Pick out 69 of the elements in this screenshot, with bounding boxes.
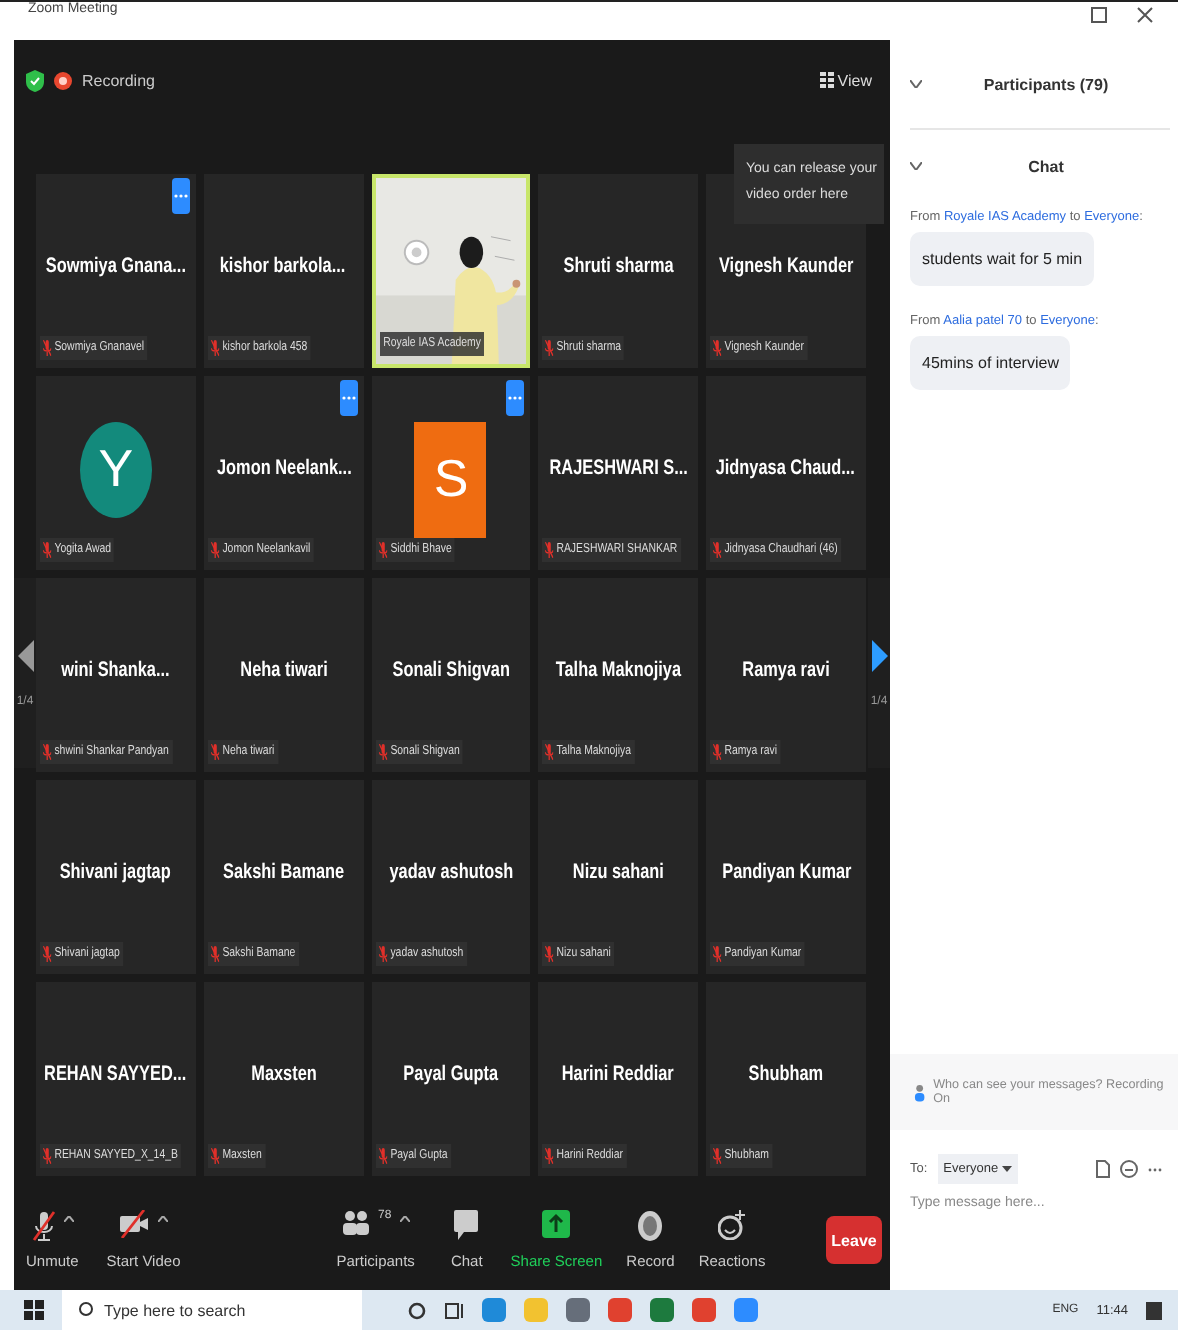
chevron-icon bbox=[910, 162, 922, 170]
participant-name: Talha Maknojiya bbox=[555, 657, 682, 681]
participants-icon bbox=[342, 1210, 370, 1236]
people-icon bbox=[914, 1083, 928, 1101]
app-icon[interactable] bbox=[650, 1298, 674, 1322]
caret-icon[interactable] bbox=[158, 1216, 169, 1222]
more-button[interactable] bbox=[506, 380, 525, 416]
chat-icon bbox=[454, 1210, 479, 1240]
participant-name: Neha tiwari bbox=[239, 657, 328, 681]
file-icon[interactable] bbox=[1096, 1160, 1110, 1178]
participant-name: Sakshi Bamane bbox=[222, 859, 344, 883]
chat-title: Chat bbox=[1026, 157, 1066, 175]
app-icon[interactable] bbox=[692, 1298, 716, 1322]
right-triangle-icon bbox=[871, 639, 887, 671]
avatar: S bbox=[414, 421, 487, 537]
participant-name: Sowmiya Gnana... bbox=[45, 253, 186, 277]
participants-title: Participants (79) bbox=[981, 75, 1111, 93]
participant-name: wini Shanka... bbox=[61, 657, 170, 681]
muted-mic-icon bbox=[31, 1210, 56, 1242]
participant-name: Harini Reddiar bbox=[562, 1061, 675, 1085]
more-button[interactable] bbox=[339, 380, 358, 416]
app-icon[interactable] bbox=[608, 1298, 632, 1322]
left-triangle-icon bbox=[17, 639, 33, 671]
record-icon bbox=[636, 1210, 665, 1242]
participant-name: Sonali Shigvan bbox=[392, 657, 510, 681]
participant-name: Vignesh Kaunder bbox=[719, 253, 854, 277]
reactions-icon bbox=[718, 1210, 747, 1240]
participants-header[interactable]: Participants (79) bbox=[910, 40, 1170, 130]
app-icon[interactable] bbox=[566, 1298, 590, 1322]
participant-name: Payal Gupta bbox=[403, 1061, 499, 1085]
avatar: Y bbox=[79, 421, 152, 517]
recording-label: Recording bbox=[82, 71, 155, 89]
restore-icon[interactable] bbox=[1090, 6, 1108, 24]
chevron-icon bbox=[910, 80, 922, 88]
participant-name: Pandiyan Kumar bbox=[721, 859, 851, 883]
participant-name: Nizu sahani bbox=[573, 859, 665, 883]
participant-name: REHAN SAYYED... bbox=[44, 1061, 187, 1085]
participant-name: Jidnyasa Chaud... bbox=[716, 455, 856, 479]
windows-icon[interactable] bbox=[24, 1300, 44, 1320]
caret-icon bbox=[1002, 1166, 1013, 1172]
smiley-icon[interactable] bbox=[1120, 1160, 1138, 1178]
participant-name: Maxsten bbox=[250, 1061, 317, 1085]
participant-name: RAJESHWARI S... bbox=[549, 455, 688, 479]
participant-name: yadav ashutosh bbox=[389, 859, 513, 883]
notification-icon[interactable] bbox=[1146, 1301, 1162, 1319]
recording-icon bbox=[54, 71, 72, 89]
caret-icon[interactable] bbox=[63, 1216, 74, 1222]
cortana-icon[interactable] bbox=[408, 1301, 426, 1319]
shield-icon[interactable] bbox=[26, 69, 44, 91]
participant-name: Shivani jagtap bbox=[60, 859, 172, 883]
close-icon[interactable] bbox=[1136, 6, 1154, 24]
share-screen-icon bbox=[542, 1210, 571, 1238]
participant-name: kishor barkola... bbox=[220, 253, 347, 277]
participant-name: Ramya ravi bbox=[742, 657, 830, 681]
taskbar-search-field[interactable]: Type here to search bbox=[62, 1290, 362, 1330]
grid-icon bbox=[819, 72, 834, 88]
leave-button[interactable]: Leave bbox=[826, 1216, 882, 1264]
app-icon[interactable] bbox=[734, 1298, 758, 1322]
participant-name: Jomon Neelank... bbox=[216, 455, 351, 479]
chat-message: 45mins of interview bbox=[910, 336, 1071, 390]
task-view-icon[interactable] bbox=[444, 1301, 464, 1319]
caret-icon[interactable] bbox=[399, 1216, 410, 1222]
app-icon[interactable] bbox=[482, 1298, 506, 1322]
participant-name: Shubham bbox=[748, 1061, 824, 1085]
search-icon bbox=[78, 1302, 94, 1318]
video-off-icon bbox=[118, 1210, 151, 1238]
participant-name: Shruti sharma bbox=[563, 253, 674, 277]
chat-message: students wait for 5 min bbox=[910, 232, 1095, 286]
more-button[interactable] bbox=[171, 178, 190, 214]
